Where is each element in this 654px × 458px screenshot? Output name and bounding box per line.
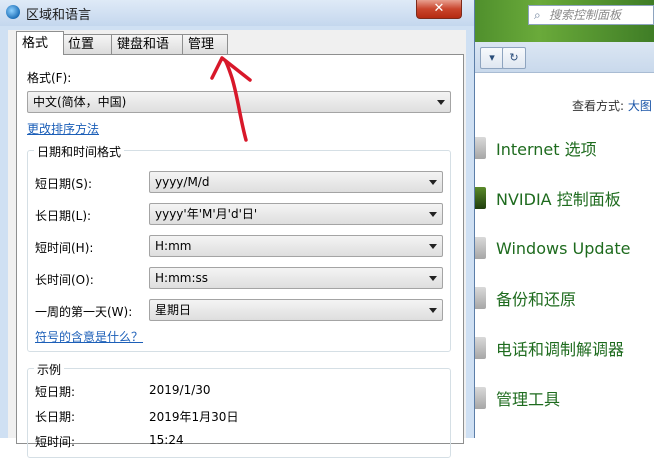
format-tab-panel: 格式(F): 中文(简体，中国) 更改排序方法 日期和时间格式 短日期(S): … bbox=[16, 54, 464, 458]
change-sort-link[interactable]: 更改排序方法 bbox=[27, 120, 99, 137]
short-time-label: 短时间(H): bbox=[35, 241, 94, 255]
dialog-titlebar: 区域和语言 ✕ bbox=[0, 0, 474, 26]
search-placeholder: 搜索控制面板 bbox=[549, 8, 622, 22]
cp-item-nvidia[interactable]: NVIDIA 控制面板 bbox=[470, 183, 621, 213]
cp-item-phone-modem[interactable]: 电话和调制解调器 bbox=[470, 333, 624, 363]
cp-item-backup[interactable]: 备份和还原 bbox=[470, 283, 576, 313]
examples-group: 示例 bbox=[27, 361, 451, 458]
long-time-label: 长时间(O): bbox=[35, 273, 94, 287]
chevron-down-icon bbox=[429, 244, 437, 249]
tab-label: 管理 bbox=[188, 37, 215, 52]
control-panel-search-input[interactable]: ⌕ 搜索控制面板 bbox=[528, 5, 654, 25]
first-day-select[interactable]: 星期日 bbox=[149, 299, 443, 321]
chevron-down-icon bbox=[429, 212, 437, 217]
chevron-down-icon bbox=[429, 276, 437, 281]
refresh-icon[interactable]: ↻ bbox=[502, 47, 526, 69]
first-day-label: 一周的第一天(W): bbox=[35, 305, 133, 319]
cp-item-label: NVIDIA 控制面板 bbox=[496, 190, 621, 209]
cp-item-admin-tools[interactable]: 管理工具 bbox=[470, 383, 560, 413]
dialog-client-area: 格式 位置 键盘和语言 管理 格式(F): 中文(简体，中国) 更改排序方法 日… bbox=[8, 30, 466, 458]
long-date-select[interactable]: yyyy'年'M'月'd'日' bbox=[149, 203, 443, 225]
region-language-dialog: 区域和语言 ✕ 格式 位置 键盘和语言 管理 格式(F): 中文(简体，中国) … bbox=[0, 0, 475, 458]
short-date-value: yyyy/M/d bbox=[155, 175, 210, 189]
cp-item-label: 电话和调制解调器 bbox=[496, 340, 625, 359]
example-short-date-label: 短日期: bbox=[35, 385, 76, 399]
long-time-select[interactable]: H:mm:ss bbox=[149, 267, 443, 289]
long-date-value: yyyy'年'M'月'd'日' bbox=[155, 207, 258, 221]
globe-icon bbox=[6, 5, 20, 19]
control-panel-addressbar: ▾ ↻ bbox=[462, 42, 654, 73]
view-by-label: 查看方式: bbox=[572, 99, 625, 113]
format-label: 格式(F): bbox=[27, 71, 72, 85]
tab-label: 格式 bbox=[22, 36, 49, 51]
cp-item-label: 管理工具 bbox=[496, 390, 561, 409]
long-date-label: 长日期(L): bbox=[35, 209, 92, 223]
cp-item-label: Internet 选项 bbox=[496, 140, 597, 159]
search-icon: ⌕ bbox=[534, 8, 541, 22]
symbols-meaning-link[interactable]: 符号的含意是什么？ bbox=[35, 328, 143, 345]
example-long-date-value: 2019年1月30日 bbox=[149, 410, 239, 424]
long-time-value: H:mm:ss bbox=[155, 271, 208, 285]
dialog-title: 区域和语言 bbox=[26, 8, 92, 23]
short-date-label: 短日期(S): bbox=[35, 177, 93, 191]
short-date-select[interactable]: yyyy/M/d bbox=[149, 171, 443, 193]
cp-item-label: 备份和还原 bbox=[496, 290, 577, 309]
first-day-value: 星期日 bbox=[155, 303, 192, 317]
tab-label: 位置 bbox=[68, 37, 95, 52]
close-icon: ✕ bbox=[433, 1, 445, 16]
cp-item-internet-options[interactable]: Internet 选项 bbox=[470, 133, 597, 163]
short-time-select[interactable]: H:mm bbox=[149, 235, 443, 257]
example-short-date-value: 2019/1/30 bbox=[149, 383, 211, 397]
datetime-group-title: 日期和时间格式 bbox=[34, 143, 125, 160]
chevron-down-icon bbox=[429, 308, 437, 313]
example-long-date-label: 长日期: bbox=[35, 410, 76, 424]
view-by-link[interactable]: 大图 bbox=[628, 99, 652, 113]
short-time-value: H:mm bbox=[155, 239, 192, 253]
format-select[interactable]: 中文(简体，中国) bbox=[27, 91, 451, 113]
view-by: 查看方式: 大图 bbox=[572, 97, 652, 114]
chevron-down-icon bbox=[437, 100, 445, 105]
examples-group-title: 示例 bbox=[34, 361, 65, 378]
format-select-value: 中文(简体，中国) bbox=[33, 95, 127, 109]
example-short-time-label: 短时间: bbox=[35, 435, 76, 449]
tab-keyboard-language[interactable]: 键盘和语言 bbox=[111, 34, 183, 72]
cp-item-windows-update[interactable]: Windows Update bbox=[470, 233, 630, 263]
tab-administrative[interactable]: 管理 bbox=[182, 34, 228, 54]
close-button[interactable]: ✕ bbox=[416, 0, 462, 19]
tab-location[interactable]: 位置 bbox=[62, 34, 112, 54]
dropdown-arrow-icon[interactable]: ▾ bbox=[480, 47, 504, 69]
chevron-down-icon bbox=[429, 180, 437, 185]
example-short-time-value: 15:24 bbox=[149, 433, 184, 447]
cp-item-label: Windows Update bbox=[496, 238, 631, 258]
tab-format[interactable]: 格式 bbox=[16, 31, 64, 55]
